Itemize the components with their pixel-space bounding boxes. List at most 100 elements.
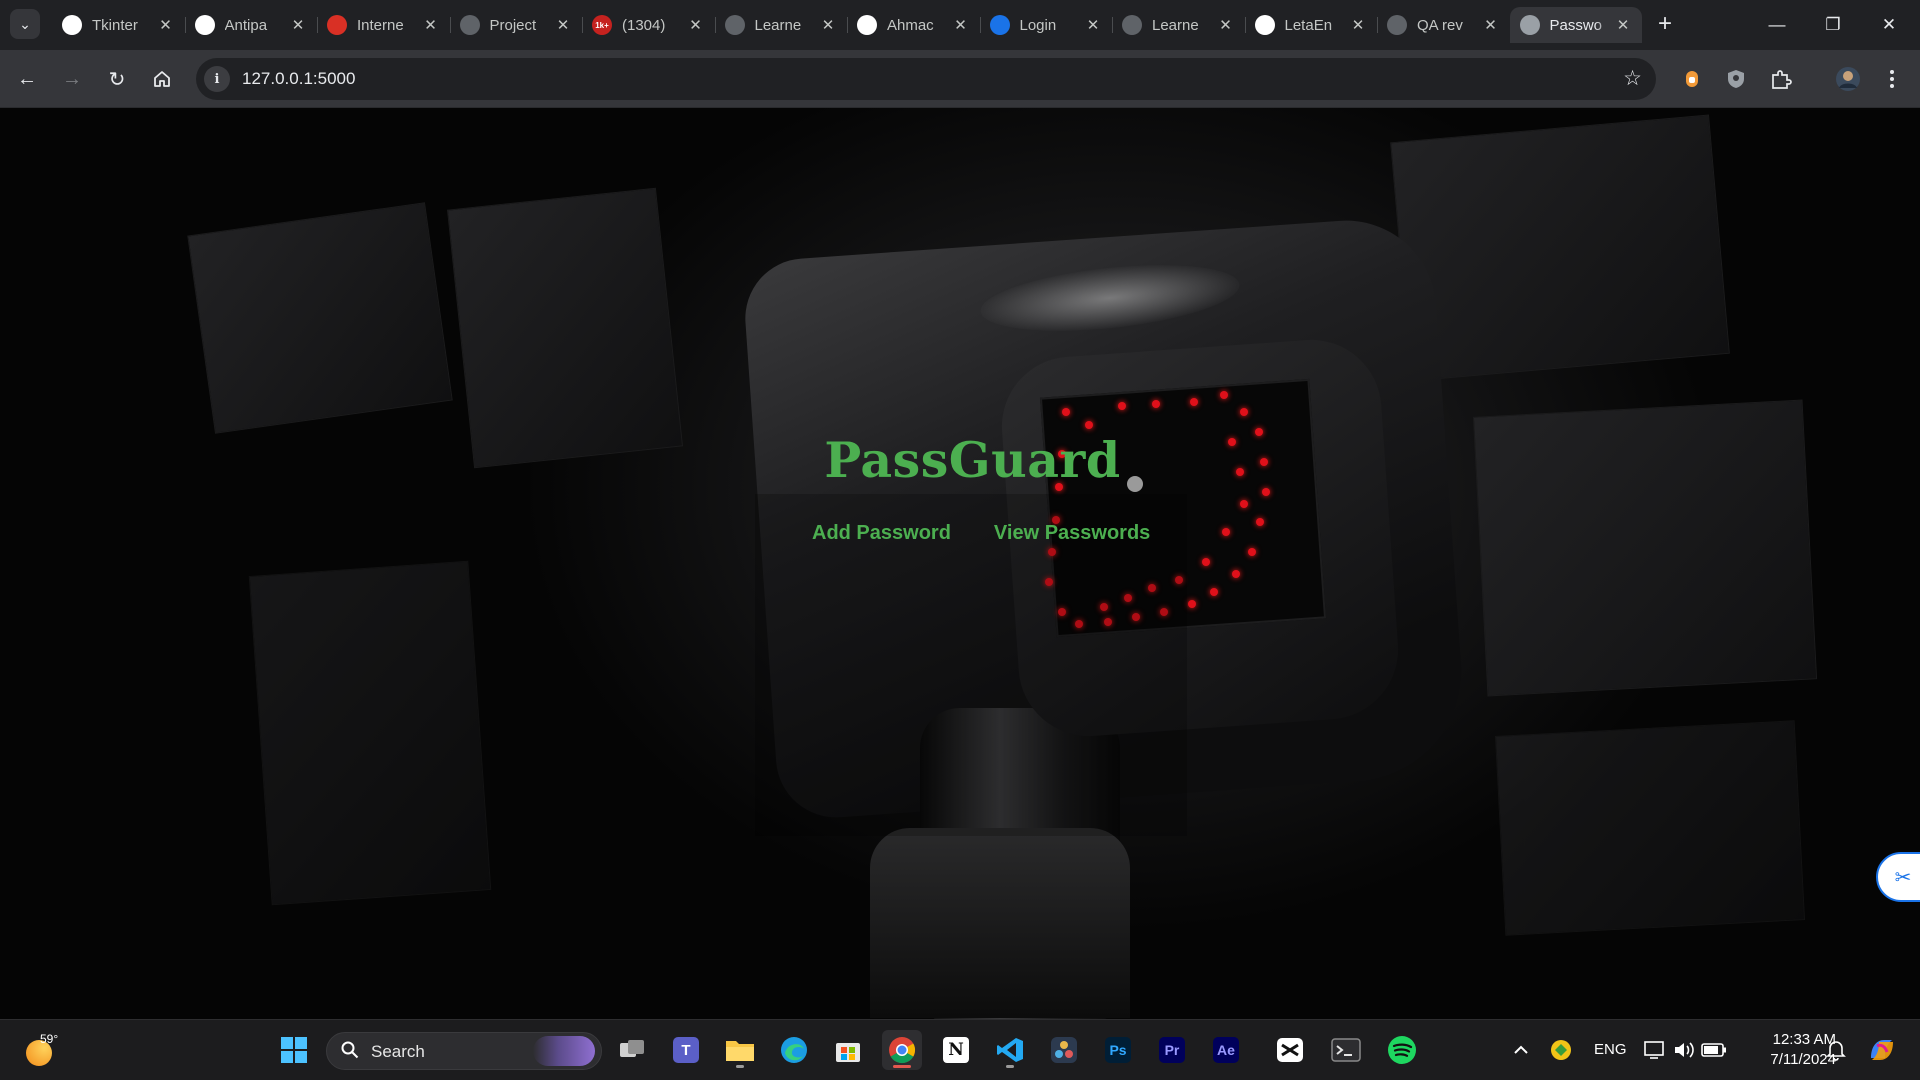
browser-tab[interactable]: Antipa ✕ bbox=[184, 7, 318, 43]
close-window-icon[interactable]: ✕ bbox=[1866, 0, 1912, 50]
tab-close-icon[interactable]: ✕ bbox=[819, 16, 837, 34]
tab-search-chevron-icon[interactable]: ⌄ bbox=[10, 9, 40, 39]
view-passwords-link[interactable]: View Passwords bbox=[994, 522, 1150, 545]
ir-led bbox=[1152, 400, 1160, 408]
edge-icon[interactable] bbox=[774, 1030, 814, 1070]
notion-style-icon bbox=[1387, 15, 1407, 35]
browser-tab[interactable]: Learne ✕ bbox=[1112, 7, 1245, 43]
extension-shield-icon[interactable] bbox=[1720, 63, 1752, 95]
vscode-icon[interactable] bbox=[990, 1030, 1030, 1070]
tab-close-icon[interactable]: ✕ bbox=[952, 16, 970, 34]
home-icon[interactable] bbox=[145, 62, 179, 96]
tab-title: Learne bbox=[1152, 16, 1199, 34]
background-panel bbox=[248, 560, 492, 906]
spotify-icon[interactable] bbox=[1382, 1030, 1422, 1070]
back-arrow-icon[interactable]: ← bbox=[10, 62, 44, 96]
add-password-link[interactable]: Add Password bbox=[812, 522, 951, 545]
ir-led bbox=[1085, 421, 1093, 429]
tab-close-icon[interactable]: ✕ bbox=[1482, 16, 1500, 34]
premiere-icon[interactable]: Pr bbox=[1152, 1030, 1192, 1070]
capcut-icon[interactable] bbox=[1270, 1030, 1310, 1070]
tab-title: (1304) bbox=[622, 16, 666, 34]
tab-title: QA rev bbox=[1417, 16, 1463, 34]
ir-led bbox=[1118, 402, 1126, 410]
tab-title: Login bbox=[1019, 16, 1057, 34]
browser-tab[interactable]: 1k+ (1304) ✕ bbox=[582, 7, 715, 43]
tab-close-icon[interactable]: ✕ bbox=[1349, 16, 1367, 34]
ir-led bbox=[1062, 408, 1070, 416]
teams-icon[interactable]: T bbox=[666, 1030, 706, 1070]
ir-led bbox=[1262, 488, 1270, 496]
search-label: Search bbox=[371, 1042, 425, 1061]
tab-close-icon[interactable]: ✕ bbox=[1614, 16, 1632, 34]
tab-close-icon[interactable]: ✕ bbox=[289, 16, 307, 34]
ir-led bbox=[1220, 391, 1228, 399]
show-hidden-icons-chevron-icon[interactable] bbox=[1501, 1030, 1541, 1070]
address-bar[interactable]: i 127.0.0.1:5000 ☆ bbox=[196, 58, 1656, 100]
bookmark-star-icon[interactable]: ☆ bbox=[1623, 66, 1642, 91]
ir-led bbox=[1240, 500, 1248, 508]
new-tab-plus-icon[interactable]: + bbox=[1650, 9, 1680, 39]
tab-close-icon[interactable]: ✕ bbox=[687, 16, 705, 34]
scissors-icon[interactable]: ✂ bbox=[1876, 852, 1920, 902]
restore-icon[interactable]: ❐ bbox=[1810, 0, 1856, 50]
tab-title: Ahmac bbox=[887, 16, 934, 34]
chrome-icon[interactable] bbox=[882, 1030, 922, 1070]
browser-tab[interactable]: Interne ✕ bbox=[317, 7, 450, 43]
taskbar-search[interactable]: Search bbox=[326, 1032, 602, 1070]
profile-avatar[interactable] bbox=[1832, 63, 1864, 95]
minimize-icon[interactable]: — bbox=[1754, 0, 1800, 50]
tab-close-icon[interactable]: ✕ bbox=[1084, 16, 1102, 34]
weather-widget[interactable]: 59° bbox=[26, 1032, 70, 1070]
language-indicator[interactable]: ENG bbox=[1594, 1041, 1627, 1058]
tab-close-icon[interactable]: ✕ bbox=[157, 16, 175, 34]
globe-icon bbox=[1519, 15, 1540, 35]
url-text[interactable]: 127.0.0.1:5000 bbox=[242, 69, 355, 89]
weather-temp: 59° bbox=[40, 1032, 59, 1046]
ir-led bbox=[1188, 600, 1196, 608]
store-icon[interactable] bbox=[828, 1030, 868, 1070]
github-icon bbox=[1254, 15, 1275, 35]
task-view-icon[interactable] bbox=[612, 1030, 652, 1070]
windows-start-icon[interactable] bbox=[274, 1030, 314, 1070]
browser-tab[interactable]: QA rev ✕ bbox=[1377, 7, 1510, 43]
browser-tab[interactable]: Login ✕ bbox=[979, 7, 1113, 43]
background-panel bbox=[1390, 114, 1730, 382]
ir-led bbox=[1256, 518, 1264, 526]
page-title: PassGuard bbox=[824, 431, 1121, 489]
tab-close-icon[interactable]: ✕ bbox=[1217, 16, 1235, 34]
notion-style-icon bbox=[459, 15, 480, 35]
browser-tab[interactable]: Project ✕ bbox=[449, 7, 583, 43]
browser-tab[interactable]: LetaEn ✕ bbox=[1244, 7, 1378, 43]
tab-close-icon[interactable]: ✕ bbox=[554, 16, 572, 34]
davinci-icon[interactable] bbox=[1044, 1030, 1084, 1070]
terminal-icon[interactable] bbox=[1326, 1030, 1366, 1070]
forward-arrow-icon[interactable]: → bbox=[55, 62, 89, 96]
site-info-icon[interactable]: i bbox=[204, 66, 230, 92]
browser-tab[interactable]: Learne ✕ bbox=[714, 7, 848, 43]
browser-tab[interactable]: Tkinter ✕ bbox=[52, 7, 185, 43]
tab-close-icon[interactable]: ✕ bbox=[422, 16, 440, 34]
tab-title: Tkinter bbox=[92, 16, 138, 34]
photoshop-icon[interactable]: Ps bbox=[1098, 1030, 1138, 1070]
page-viewport bbox=[0, 108, 1920, 1019]
reload-icon[interactable]: ↻ bbox=[100, 62, 134, 96]
openai-icon bbox=[62, 15, 82, 35]
notification-bell-icon[interactable] bbox=[1816, 1030, 1856, 1070]
badge-icon: 1k+ bbox=[592, 15, 612, 35]
background-panel bbox=[446, 187, 684, 469]
battery-icon[interactable] bbox=[1694, 1030, 1734, 1070]
browser-menu-icon[interactable] bbox=[1876, 63, 1908, 95]
browser-tab[interactable]: Ahmac ✕ bbox=[847, 7, 980, 43]
notion-icon[interactable]: N bbox=[936, 1030, 976, 1070]
camera-mount-base bbox=[870, 828, 1130, 1018]
browser-toolbar: ← → ↻ i 127.0.0.1:5000 ☆ bbox=[0, 50, 1920, 108]
tray-app-icon[interactable] bbox=[1541, 1030, 1581, 1070]
copilot-icon[interactable] bbox=[1862, 1030, 1902, 1070]
file-explorer-icon[interactable] bbox=[720, 1030, 760, 1070]
browser-tab[interactable]: Passwo ✕ bbox=[1509, 7, 1642, 43]
after-effects-icon[interactable]: Ae bbox=[1206, 1030, 1246, 1070]
ir-led bbox=[1202, 558, 1210, 566]
extension-honey-icon[interactable] bbox=[1676, 63, 1708, 95]
extensions-puzzle-icon[interactable] bbox=[1765, 63, 1797, 95]
